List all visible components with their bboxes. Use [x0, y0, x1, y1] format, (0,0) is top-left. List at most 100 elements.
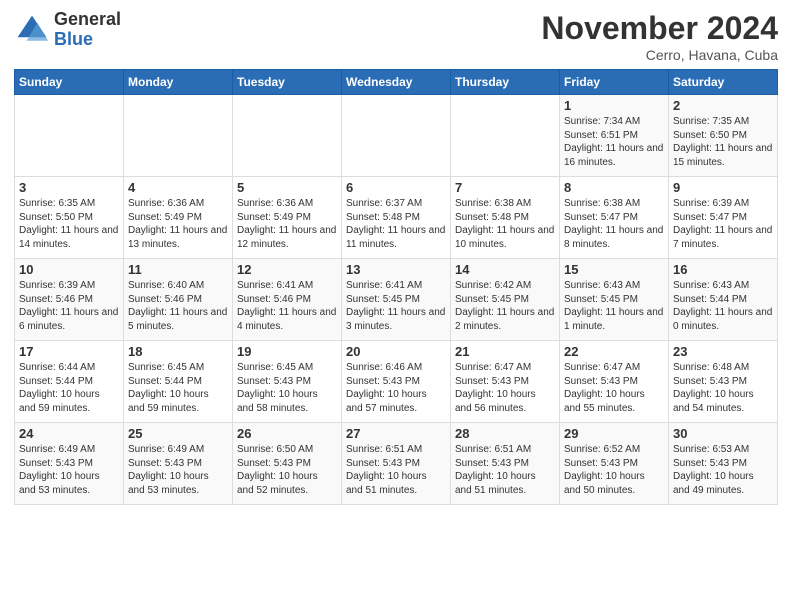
day-number: 24: [19, 426, 119, 441]
day-info: Sunrise: 6:37 AM Sunset: 5:48 PM Dayligh…: [346, 197, 446, 251]
weekday-header: Tuesday: [233, 70, 342, 95]
logo-icon: [14, 12, 50, 48]
weekday-header: Thursday: [451, 70, 560, 95]
day-number: 19: [237, 344, 337, 359]
calendar-cell: 4 Sunrise: 6:36 AM Sunset: 5:49 PM Daylig…: [124, 177, 233, 259]
day-number: 13: [346, 262, 446, 277]
day-info: Sunrise: 6:49 AM Sunset: 5:43 PM Dayligh…: [128, 443, 228, 497]
calendar-cell: 17 Sunrise: 6:44 AM Sunset: 5:44 PM Dayli…: [15, 341, 124, 423]
calendar-cell: 7Sunrise: 6:38 AM Sunset: 5:48 PM Daylig…: [451, 177, 560, 259]
day-info: Sunrise: 6:44 AM Sunset: 5:44 PM Dayligh…: [19, 361, 119, 415]
day-number: 3: [19, 180, 119, 195]
day-number: 20: [346, 344, 446, 359]
day-info: Sunrise: 7:34 AM Sunset: 6:51 PM Dayligh…: [564, 115, 664, 169]
day-number: 14: [455, 262, 555, 277]
calendar-table: SundayMondayTuesdayWednesdayThursdayFrid…: [14, 69, 778, 505]
day-info: Sunrise: 6:48 AM Sunset: 5:43 PM Dayligh…: [673, 361, 773, 415]
calendar-cell: 26 Sunrise: 6:50 AM Sunset: 5:43 PM Dayli…: [233, 423, 342, 505]
day-number: 29: [564, 426, 664, 441]
day-number: 16: [673, 262, 773, 277]
day-number: 27: [346, 426, 446, 441]
calendar-cell: 28Sunrise: 6:51 AM Sunset: 5:43 PM Dayli…: [451, 423, 560, 505]
day-info: Sunrise: 6:38 AM Sunset: 5:47 PM Dayligh…: [564, 197, 664, 251]
calendar-cell: [15, 95, 124, 177]
calendar-cell: 18 Sunrise: 6:45 AM Sunset: 5:44 PM Dayli…: [124, 341, 233, 423]
location: Cerro, Havana, Cuba: [541, 47, 778, 63]
day-number: 1: [564, 98, 664, 113]
day-number: 8: [564, 180, 664, 195]
day-info: Sunrise: 6:50 AM Sunset: 5:43 PM Dayligh…: [237, 443, 337, 497]
calendar-cell: 8 Sunrise: 6:38 AM Sunset: 5:47 PM Daylig…: [560, 177, 669, 259]
weekday-header: Friday: [560, 70, 669, 95]
logo-general-text: General: [54, 10, 121, 30]
day-number: 12: [237, 262, 337, 277]
day-info: Sunrise: 6:47 AM Sunset: 5:43 PM Dayligh…: [455, 361, 555, 415]
weekday-header: Sunday: [15, 70, 124, 95]
calendar-cell: 19 Sunrise: 6:45 AM Sunset: 5:43 PM Dayli…: [233, 341, 342, 423]
day-info: Sunrise: 6:45 AM Sunset: 5:43 PM Dayligh…: [237, 361, 337, 415]
logo-blue-text: Blue: [54, 30, 121, 50]
calendar-week-row: 10Sunrise: 6:39 AM Sunset: 5:46 PM Dayli…: [15, 259, 778, 341]
day-info: Sunrise: 6:41 AM Sunset: 5:46 PM Dayligh…: [237, 279, 337, 333]
day-number: 6: [346, 180, 446, 195]
day-number: 18: [128, 344, 228, 359]
day-number: 30: [673, 426, 773, 441]
calendar-cell: 15 Sunrise: 6:43 AM Sunset: 5:45 PM Dayli…: [560, 259, 669, 341]
calendar-cell: 30Sunrise: 6:53 AM Sunset: 5:43 PM Dayli…: [669, 423, 778, 505]
day-number: 2: [673, 98, 773, 113]
day-info: Sunrise: 6:49 AM Sunset: 5:43 PM Dayligh…: [19, 443, 119, 497]
day-number: 9: [673, 180, 773, 195]
day-info: Sunrise: 6:35 AM Sunset: 5:50 PM Dayligh…: [19, 197, 119, 251]
weekday-header: Wednesday: [342, 70, 451, 95]
day-info: Sunrise: 6:39 AM Sunset: 5:47 PM Dayligh…: [673, 197, 773, 251]
day-info: Sunrise: 6:36 AM Sunset: 5:49 PM Dayligh…: [128, 197, 228, 251]
logo-text: General Blue: [54, 10, 121, 50]
day-info: Sunrise: 6:45 AM Sunset: 5:44 PM Dayligh…: [128, 361, 228, 415]
calendar-body: 1 Sunrise: 7:34 AM Sunset: 6:51 PM Daylig…: [15, 95, 778, 505]
calendar-cell: 20Sunrise: 6:46 AM Sunset: 5:43 PM Dayli…: [342, 341, 451, 423]
day-info: Sunrise: 6:47 AM Sunset: 5:43 PM Dayligh…: [564, 361, 664, 415]
calendar-cell: [233, 95, 342, 177]
calendar-week-row: 3 Sunrise: 6:35 AM Sunset: 5:50 PM Daylig…: [15, 177, 778, 259]
calendar-cell: [124, 95, 233, 177]
day-number: 25: [128, 426, 228, 441]
calendar-cell: 3 Sunrise: 6:35 AM Sunset: 5:50 PM Daylig…: [15, 177, 124, 259]
day-info: Sunrise: 6:38 AM Sunset: 5:48 PM Dayligh…: [455, 197, 555, 251]
day-number: 10: [19, 262, 119, 277]
calendar-cell: 25 Sunrise: 6:49 AM Sunset: 5:43 PM Dayli…: [124, 423, 233, 505]
calendar-cell: 27 Sunrise: 6:51 AM Sunset: 5:43 PM Dayli…: [342, 423, 451, 505]
day-number: 11: [128, 262, 228, 277]
day-number: 23: [673, 344, 773, 359]
day-info: Sunrise: 6:52 AM Sunset: 5:43 PM Dayligh…: [564, 443, 664, 497]
calendar-week-row: 17 Sunrise: 6:44 AM Sunset: 5:44 PM Dayli…: [15, 341, 778, 423]
weekday-row: SundayMondayTuesdayWednesdayThursdayFrid…: [15, 70, 778, 95]
day-info: Sunrise: 6:43 AM Sunset: 5:44 PM Dayligh…: [673, 279, 773, 333]
calendar-cell: 5 Sunrise: 6:36 AM Sunset: 5:49 PM Daylig…: [233, 177, 342, 259]
calendar-cell: 22Sunrise: 6:47 AM Sunset: 5:43 PM Dayli…: [560, 341, 669, 423]
day-number: 15: [564, 262, 664, 277]
day-number: 5: [237, 180, 337, 195]
calendar-cell: 2Sunrise: 7:35 AM Sunset: 6:50 PM Daylig…: [669, 95, 778, 177]
weekday-header: Monday: [124, 70, 233, 95]
month-title: November 2024: [541, 10, 778, 47]
day-info: Sunrise: 6:43 AM Sunset: 5:45 PM Dayligh…: [564, 279, 664, 333]
calendar-cell: 29 Sunrise: 6:52 AM Sunset: 5:43 PM Dayli…: [560, 423, 669, 505]
calendar-cell: 21Sunrise: 6:47 AM Sunset: 5:43 PM Dayli…: [451, 341, 560, 423]
calendar-cell: [451, 95, 560, 177]
calendar-cell: 14 Sunrise: 6:42 AM Sunset: 5:45 PM Dayli…: [451, 259, 560, 341]
day-number: 17: [19, 344, 119, 359]
calendar-cell: [342, 95, 451, 177]
calendar-cell: 1 Sunrise: 7:34 AM Sunset: 6:51 PM Daylig…: [560, 95, 669, 177]
calendar-cell: 13Sunrise: 6:41 AM Sunset: 5:45 PM Dayli…: [342, 259, 451, 341]
day-info: Sunrise: 6:36 AM Sunset: 5:49 PM Dayligh…: [237, 197, 337, 251]
day-number: 26: [237, 426, 337, 441]
logo: General Blue: [14, 10, 121, 50]
weekday-header: Saturday: [669, 70, 778, 95]
day-info: Sunrise: 6:51 AM Sunset: 5:43 PM Dayligh…: [346, 443, 446, 497]
calendar-cell: 6 Sunrise: 6:37 AM Sunset: 5:48 PM Daylig…: [342, 177, 451, 259]
day-info: Sunrise: 6:42 AM Sunset: 5:45 PM Dayligh…: [455, 279, 555, 333]
title-block: November 2024 Cerro, Havana, Cuba: [541, 10, 778, 63]
day-info: Sunrise: 6:51 AM Sunset: 5:43 PM Dayligh…: [455, 443, 555, 497]
day-number: 4: [128, 180, 228, 195]
calendar-cell: 11Sunrise: 6:40 AM Sunset: 5:46 PM Dayli…: [124, 259, 233, 341]
